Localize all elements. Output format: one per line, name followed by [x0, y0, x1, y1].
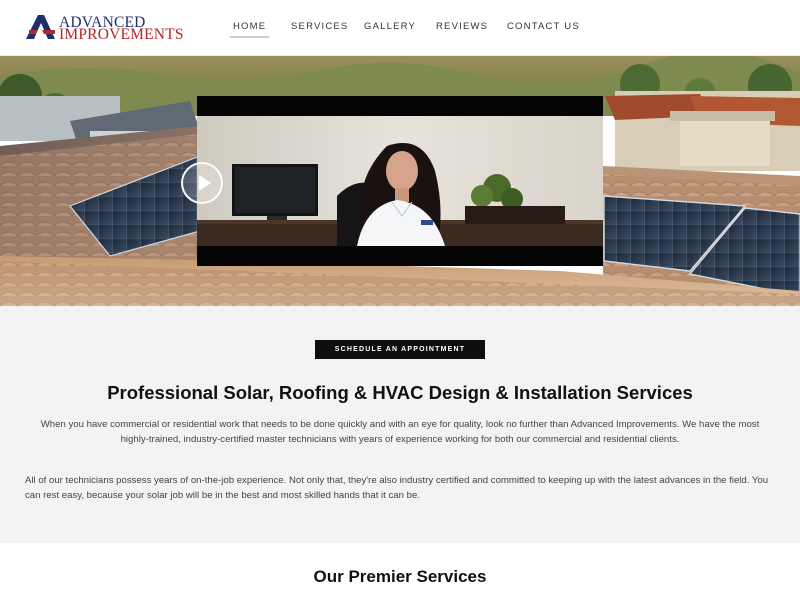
nav-services[interactable]: SERVICES [291, 21, 348, 32]
services-section: Our Premier Services [0, 543, 800, 600]
intro-title: Professional Solar, Roofing & HVAC Desig… [107, 382, 693, 403]
nav-home[interactable]: HOME [229, 21, 270, 38]
site-header: ADVANCED IMPROVEMENTS HOME SERVICES GALL… [0, 0, 800, 56]
video-player[interactable] [197, 96, 603, 266]
logo-mark-icon [26, 15, 55, 39]
video-thumbnail [197, 116, 603, 246]
intro-paragraph-1: When you have commercial or residential … [40, 419, 760, 445]
schedule-appointment-button[interactable]: SCHEDULE AN APPOINTMENT [315, 340, 485, 359]
hero-banner [0, 56, 800, 306]
services-title: Our Premier Services [313, 567, 487, 586]
nav-gallery[interactable]: GALLERY [364, 21, 416, 32]
logo-text-improvements: IMPROVEMENTS [59, 26, 184, 43]
intro-paragraph-2: All of our technicians possess years of … [25, 475, 769, 501]
nav-reviews[interactable]: REVIEWS [436, 21, 488, 32]
intro-section: SCHEDULE AN APPOINTMENT Professional Sol… [0, 306, 800, 543]
video-office-scene [197, 116, 603, 246]
play-button[interactable] [181, 162, 223, 204]
play-icon [199, 175, 211, 191]
logo[interactable]: ADVANCED IMPROVEMENTS [24, 14, 192, 43]
nav-contact-us[interactable]: CONTACT US [507, 21, 580, 32]
